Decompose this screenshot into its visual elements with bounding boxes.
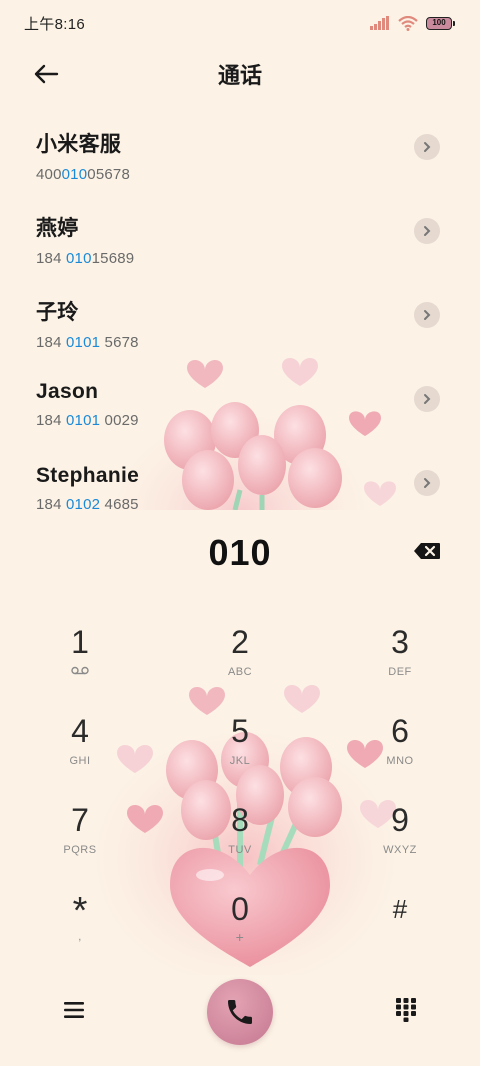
backspace-icon bbox=[414, 543, 440, 559]
key-2[interactable]: 2 ABC bbox=[170, 624, 310, 708]
key-digit: 8 bbox=[231, 802, 249, 838]
battery-icon: 100 bbox=[426, 16, 455, 30]
key-7[interactable]: 7 PQRS bbox=[10, 802, 150, 886]
signal-icon bbox=[370, 16, 389, 30]
bottom-action-bar bbox=[0, 978, 480, 1045]
key-letters: MNO bbox=[386, 755, 414, 767]
key-digit: # bbox=[392, 894, 408, 924]
hamburger-menu-icon bbox=[64, 1002, 84, 1018]
contact-detail-button[interactable] bbox=[414, 470, 440, 496]
phone-icon bbox=[228, 1000, 252, 1024]
contact-result[interactable]: Jason 184 0101 0029 bbox=[0, 358, 480, 442]
contact-number: 184 0101 0029 bbox=[36, 412, 139, 429]
wifi-icon bbox=[398, 15, 418, 31]
chevron-right-icon bbox=[424, 310, 431, 320]
contact-result[interactable]: 燕婷 184 01015689 bbox=[0, 190, 480, 274]
key-star[interactable]: * , bbox=[10, 891, 150, 975]
key-letters: ABC bbox=[227, 666, 253, 678]
key-digit: 3 bbox=[391, 624, 409, 660]
key-9[interactable]: 9 WXYZ bbox=[330, 802, 470, 886]
key-4[interactable]: 4 GHI bbox=[10, 713, 150, 797]
contact-name: Jason bbox=[36, 380, 99, 403]
contact-number: 184 01015689 bbox=[36, 250, 135, 267]
status-bar: 上午8:16 100 bbox=[0, 0, 480, 46]
contact-detail-button[interactable] bbox=[414, 218, 440, 244]
key-digit: 9 bbox=[391, 802, 409, 838]
key-digit: 5 bbox=[231, 713, 249, 749]
key-digit: * bbox=[72, 890, 88, 932]
chevron-right-icon bbox=[424, 142, 431, 152]
key-1[interactable]: 1 bbox=[10, 624, 150, 708]
contact-results-list: 小米客服 40001005678 燕婷 184 01015689 子玲 184 … bbox=[0, 106, 480, 509]
page-title: 通话 bbox=[217, 63, 262, 88]
status-icons: 100 bbox=[370, 15, 455, 31]
contact-result[interactable]: 子玲 184 0101 5678 bbox=[0, 274, 480, 358]
contact-detail-button[interactable] bbox=[414, 386, 440, 412]
key-letters: , bbox=[78, 931, 82, 943]
voicemail-icon bbox=[71, 666, 89, 675]
key-letters: PQRS bbox=[63, 844, 97, 856]
menu-button[interactable] bbox=[56, 992, 92, 1028]
key-digit: 7 bbox=[71, 802, 89, 838]
call-button[interactable] bbox=[207, 979, 273, 1045]
contact-name: Stephanie bbox=[36, 464, 140, 487]
key-digit: 4 bbox=[71, 713, 89, 749]
contact-name: 子玲 bbox=[36, 301, 79, 324]
key-letters: + bbox=[235, 929, 245, 945]
key-letters: TUV bbox=[228, 844, 252, 856]
key-digit: 2 bbox=[231, 624, 249, 660]
contact-name: 燕婷 bbox=[36, 217, 79, 240]
key-digit: 6 bbox=[391, 713, 409, 749]
key-digit: 1 bbox=[71, 624, 89, 660]
contact-detail-button[interactable] bbox=[414, 134, 440, 160]
key-6[interactable]: 6 MNO bbox=[330, 713, 470, 797]
status-time: 上午8:16 bbox=[24, 15, 85, 33]
dialpad-toggle-button[interactable] bbox=[388, 992, 424, 1028]
key-hash[interactable]: # bbox=[330, 891, 470, 975]
contact-number: 40001005678 bbox=[36, 166, 130, 183]
key-3[interactable]: 3 DEF bbox=[330, 624, 470, 708]
key-letters: GHI bbox=[69, 755, 91, 767]
dialed-number-row: 010 bbox=[0, 524, 480, 582]
key-letters: WXYZ bbox=[383, 844, 417, 856]
contact-number: 184 0102 4685 bbox=[36, 496, 139, 509]
chevron-right-icon bbox=[424, 478, 431, 488]
contact-detail-button[interactable] bbox=[414, 302, 440, 328]
key-0[interactable]: 0 + bbox=[170, 891, 310, 975]
contact-number: 184 0101 5678 bbox=[36, 334, 139, 351]
chevron-right-icon bbox=[424, 394, 431, 404]
key-5[interactable]: 5 JKL bbox=[170, 713, 310, 797]
key-digit: 0 bbox=[231, 891, 249, 927]
contact-result[interactable]: Stephanie 184 0102 4685 bbox=[0, 442, 480, 509]
dialpad-icon bbox=[396, 998, 416, 1022]
dialed-number: 010 bbox=[208, 532, 272, 573]
contact-result[interactable]: 小米客服 40001005678 bbox=[0, 106, 480, 190]
backspace-button[interactable] bbox=[410, 538, 444, 564]
top-bar: 通话 bbox=[0, 46, 480, 100]
key-letters: JKL bbox=[229, 755, 251, 767]
key-8[interactable]: 8 TUV bbox=[170, 802, 310, 886]
contact-name: 小米客服 bbox=[36, 133, 122, 156]
key-letters: DEF bbox=[388, 666, 412, 678]
chevron-right-icon bbox=[424, 226, 431, 236]
